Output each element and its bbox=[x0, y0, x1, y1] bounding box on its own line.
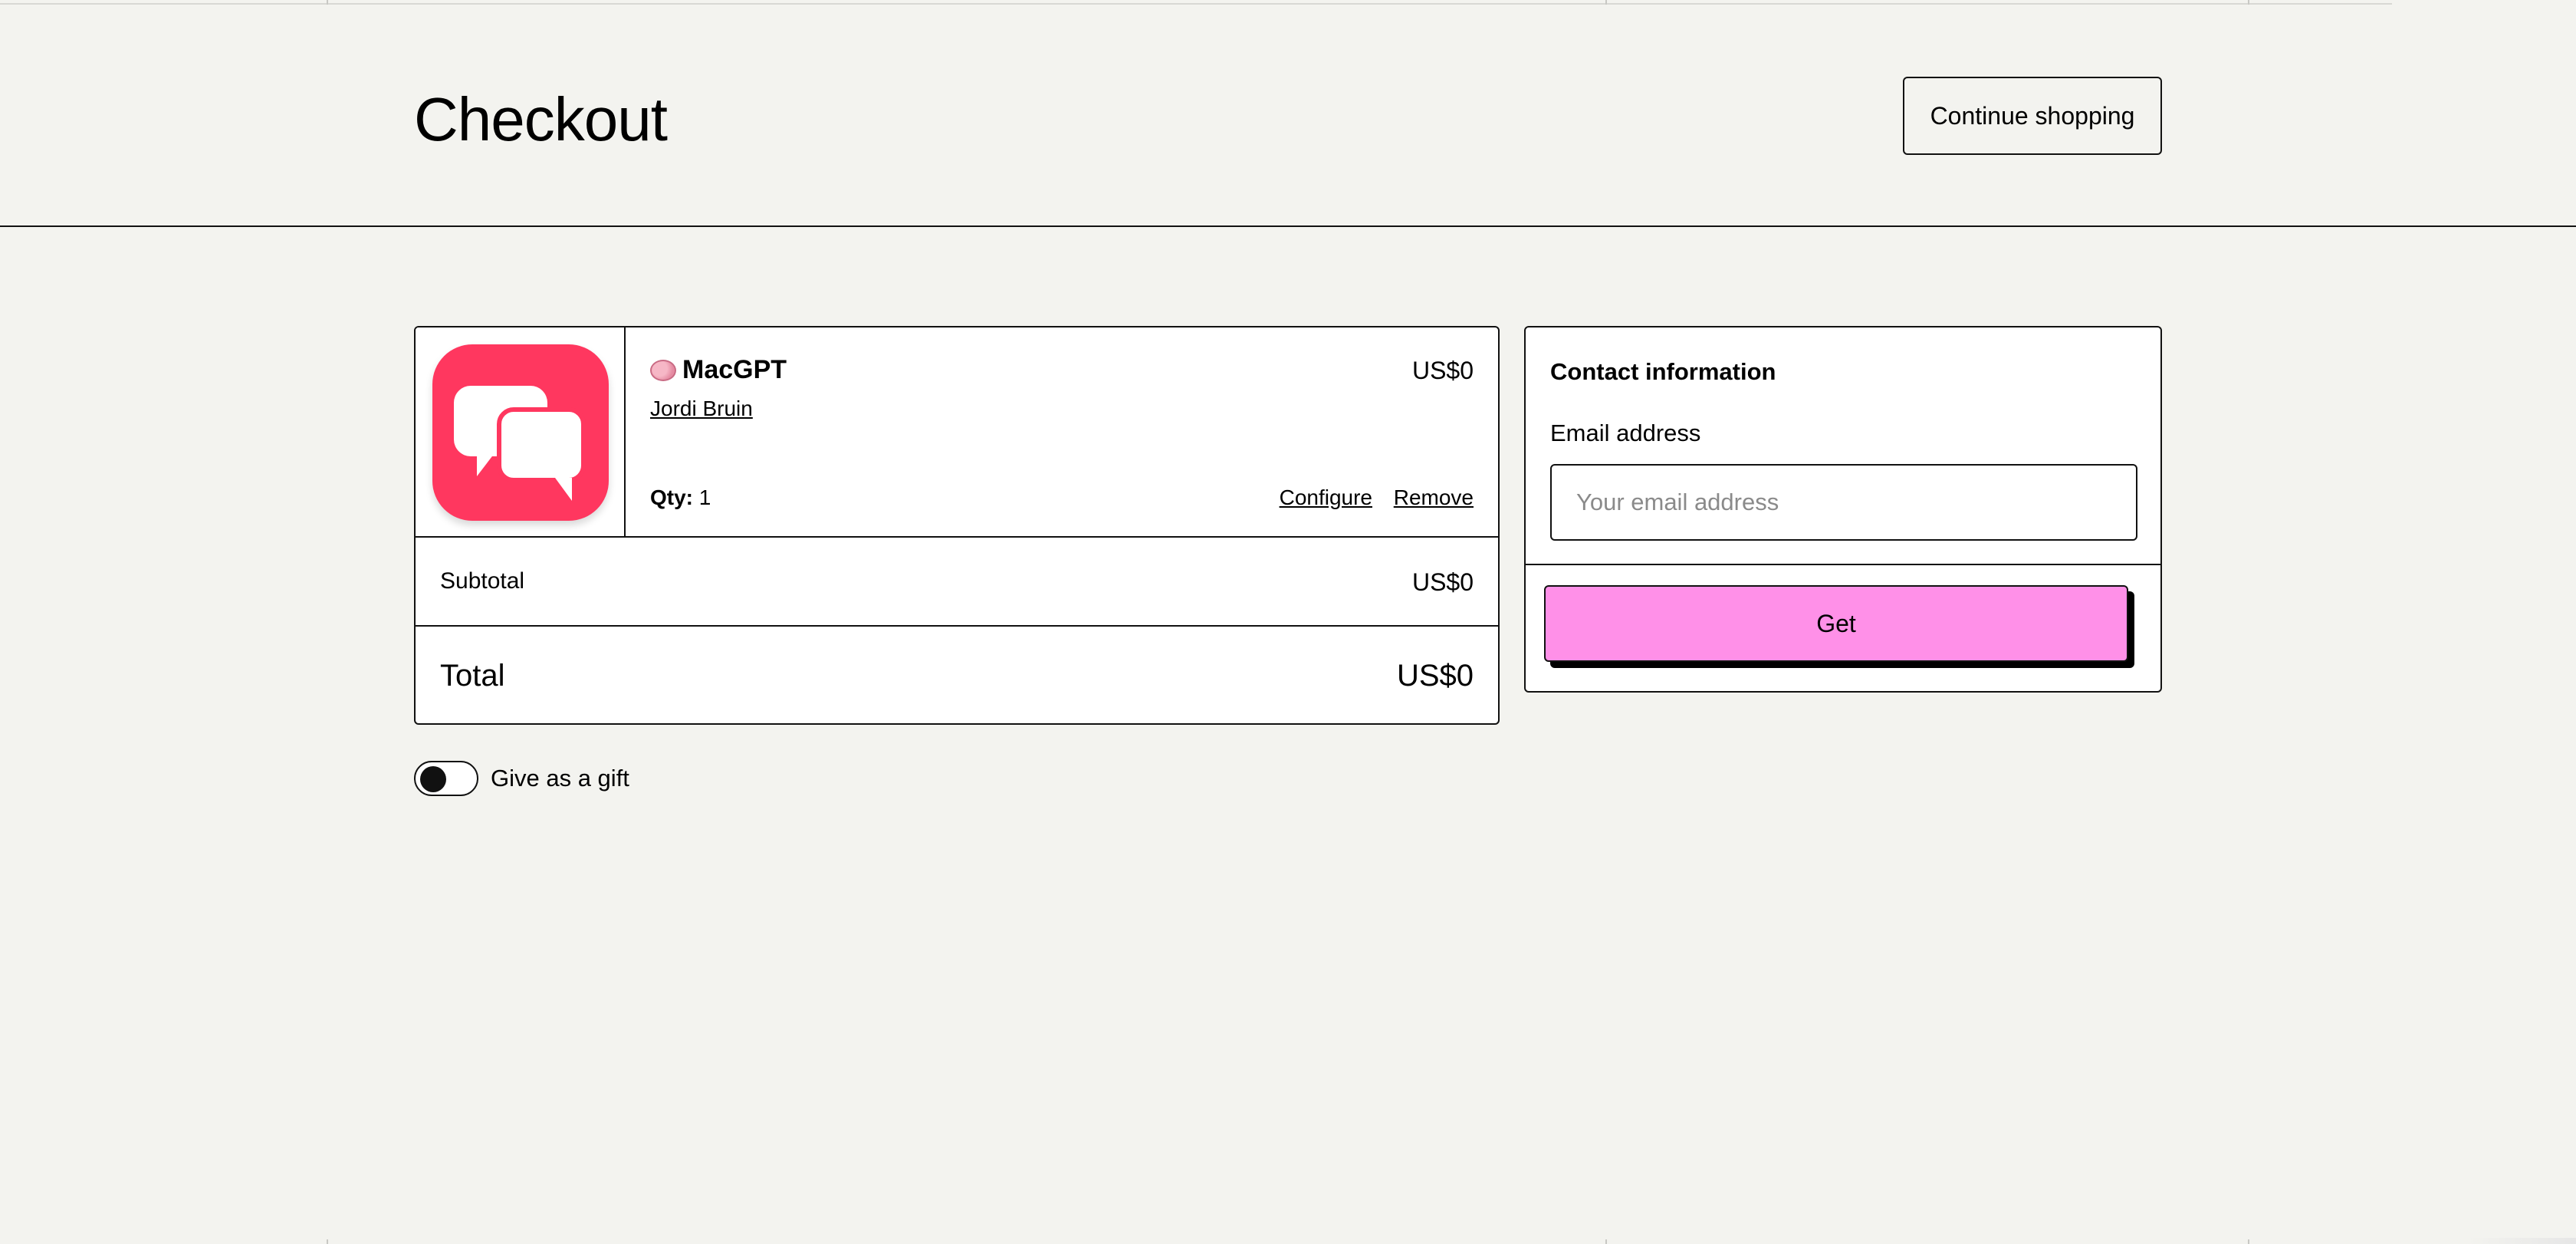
remove-link[interactable]: Remove bbox=[1394, 485, 1474, 510]
brain-icon bbox=[650, 359, 676, 381]
gift-label: Give as a gift bbox=[491, 765, 629, 791]
divider bbox=[1526, 564, 2160, 565]
contact-panel: Contact information Email address Get bbox=[1524, 326, 2162, 693]
product-name-text: MacGPT bbox=[682, 355, 787, 384]
author-link[interactable]: Jordi Bruin bbox=[650, 397, 753, 421]
page-title: Checkout bbox=[414, 85, 668, 153]
chat-bubbles-icon bbox=[432, 344, 609, 521]
bottom-tick bbox=[2248, 1239, 2249, 1244]
checkout-header: Checkout Continue shopping bbox=[0, 0, 2576, 227]
get-button[interactable]: Get bbox=[1544, 585, 2128, 662]
quantity: Qty: 1 bbox=[650, 485, 711, 510]
subtotal-value: US$0 bbox=[1411, 568, 1474, 596]
product-thumbnail bbox=[416, 327, 626, 536]
email-field[interactable] bbox=[1550, 464, 2137, 541]
cart-item: MacGPT Jordi Bruin US$0 Qty: 1 Configure… bbox=[416, 327, 1498, 538]
cart-summary: MacGPT Jordi Bruin US$0 Qty: 1 Configure… bbox=[414, 326, 1500, 725]
contact-title: Contact information bbox=[1550, 358, 1776, 385]
subtotal-label: Subtotal bbox=[440, 568, 525, 594]
bottom-tick bbox=[327, 1239, 328, 1244]
quantity-label: Qty: bbox=[650, 485, 693, 509]
subtotal-row: Subtotal US$0 bbox=[416, 538, 1498, 627]
email-label: Email address bbox=[1550, 420, 1701, 446]
quantity-value: 1 bbox=[698, 485, 711, 509]
total-row: Total US$0 bbox=[416, 627, 1498, 723]
toggle-knob bbox=[420, 766, 446, 792]
total-value: US$0 bbox=[1396, 659, 1474, 693]
product-name: MacGPT bbox=[650, 355, 787, 385]
total-label: Total bbox=[440, 659, 505, 693]
item-price: US$0 bbox=[1411, 357, 1474, 384]
configure-link[interactable]: Configure bbox=[1280, 485, 1372, 510]
gift-toggle[interactable] bbox=[414, 761, 478, 796]
bottom-tick bbox=[1605, 1239, 1607, 1244]
chat-bubble-front bbox=[497, 407, 586, 501]
continue-shopping-button[interactable]: Continue shopping bbox=[1903, 77, 2162, 155]
gift-option: Give as a gift bbox=[414, 761, 629, 796]
corner-decoration bbox=[2469, 1238, 2576, 1244]
